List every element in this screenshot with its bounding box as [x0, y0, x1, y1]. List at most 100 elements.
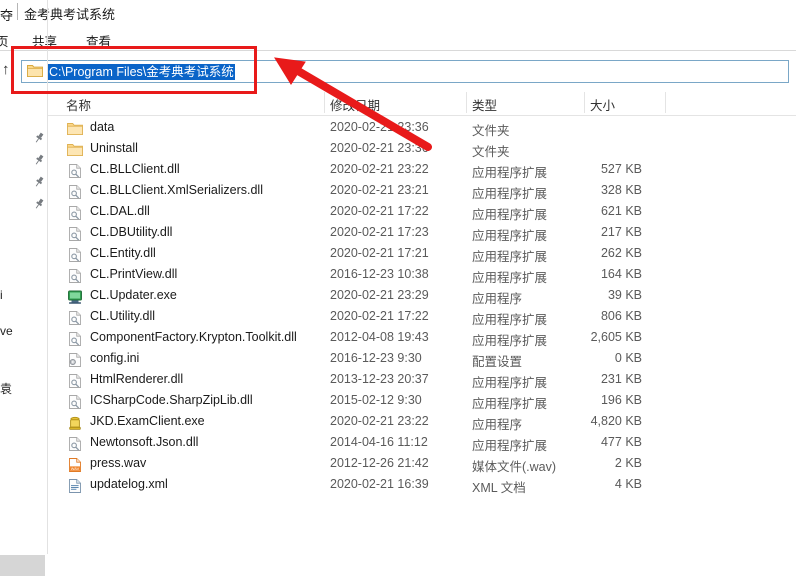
- file-name: CL.Updater.exe: [90, 288, 177, 302]
- pin-icon[interactable]: [33, 198, 45, 210]
- table-row[interactable]: WAV press.wav 2012-12-26 21:42 媒体文件(.wav) 2 …: [48, 454, 796, 475]
- table-row[interactable]: config.ini 2016-12-23 9:30 配置设置 0 KB: [48, 349, 796, 370]
- file-name: JKD.ExamClient.exe: [90, 414, 205, 428]
- dll-icon: [67, 310, 83, 326]
- table-row[interactable]: JKD.ExamClient.exe 2020-02-21 23:22 应用程序 4,…: [48, 412, 796, 433]
- file-name: Uninstall: [90, 141, 138, 155]
- address-input[interactable]: C:\Program Files\金考典考试系统: [48, 64, 235, 80]
- breadcrumb-left-fragment[interactable]: 夺: [0, 5, 13, 24]
- file-type: 应用程序: [472, 418, 523, 432]
- file-name: updatelog.xml: [90, 477, 168, 491]
- file-type: 应用程序扩展: [472, 439, 548, 453]
- file-type: 应用程序扩展: [472, 208, 548, 222]
- column-divider[interactable]: [665, 92, 666, 113]
- dll-icon: [67, 163, 83, 179]
- table-row[interactable]: CL.Entity.dll 2020-02-21 17:21 应用程序扩展 262 K…: [48, 244, 796, 265]
- status-bar-chip: ): [0, 555, 45, 576]
- address-bar[interactable]: C:\Program Files\金考典考试系统: [21, 60, 789, 83]
- table-row[interactable]: updatelog.xml 2020-02-21 16:39 XML 文档 4 KB: [48, 475, 796, 496]
- file-name: CL.PrintView.dll: [90, 267, 178, 281]
- dll-icon: [67, 436, 83, 452]
- table-row[interactable]: ComponentFactory.Krypton.Toolkit.dll 2012…: [48, 328, 796, 349]
- table-row[interactable]: HtmlRenderer.dll 2013-12-23 20:37 应用程序扩展 23…: [48, 370, 796, 391]
- file-size: 527 KB: [600, 162, 642, 176]
- window-title: 金考典考试系统: [24, 7, 116, 22]
- file-name: Newtonsoft.Json.dll: [90, 435, 199, 449]
- table-row[interactable]: CL.Updater.exe 2020-02-21 23:29 应用程序 39 KB: [48, 286, 796, 307]
- file-date-modified: 2016-12-23 10:38: [330, 267, 429, 281]
- file-type: 应用程序扩展: [472, 187, 548, 201]
- file-size: 621 KB: [600, 204, 642, 218]
- file-size: 262 KB: [600, 246, 642, 260]
- file-size: 806 KB: [600, 309, 642, 323]
- title-bar: 夺 金考典考试系统: [0, 0, 796, 26]
- nav-item-fragment[interactable]: 袁: [0, 380, 12, 397]
- dll-icon: [67, 268, 83, 284]
- table-row[interactable]: data 2020-02-21 23:36 文件夹: [48, 118, 796, 139]
- file-name: HtmlRenderer.dll: [90, 372, 184, 386]
- file-date-modified: 2012-12-26 21:42: [330, 456, 429, 470]
- column-header-row: 名称 修改日期 类型 大小: [48, 90, 796, 115]
- ribbon-tab-bar: 页 共享 查看: [0, 28, 796, 50]
- nav-item-fragment[interactable]: ve: [0, 324, 13, 338]
- dll-icon: [67, 205, 83, 221]
- file-name: CL.Utility.dll: [90, 309, 156, 323]
- ini-icon: [67, 352, 83, 368]
- file-type: 应用程序扩展: [472, 271, 548, 285]
- table-row[interactable]: CL.Utility.dll 2020-02-21 17:22 应用程序扩展 806 …: [48, 307, 796, 328]
- table-row[interactable]: Newtonsoft.Json.dll 2014-04-16 11:12 应用程序扩…: [48, 433, 796, 454]
- wav-icon: WAV: [67, 457, 83, 473]
- tab-view[interactable]: 查看: [86, 31, 111, 50]
- file-date-modified: 2013-12-23 20:37: [330, 372, 429, 386]
- file-size: 2 KB: [614, 456, 642, 470]
- nav-item-fragment[interactable]: i: [0, 288, 3, 302]
- table-row[interactable]: CL.PrintView.dll 2016-12-23 10:38 应用程序扩展 16…: [48, 265, 796, 286]
- column-header-name[interactable]: 名称: [66, 95, 91, 114]
- dll-icon: [67, 247, 83, 263]
- file-name: CL.BLLClient.dll: [90, 162, 180, 176]
- file-name: CL.DBUtility.dll: [90, 225, 173, 239]
- column-header-size[interactable]: 大小: [590, 95, 615, 114]
- file-date-modified: 2020-02-21 23:22: [330, 162, 429, 176]
- column-divider[interactable]: [466, 92, 467, 113]
- file-size: 39 KB: [607, 288, 642, 302]
- table-row[interactable]: CL.DBUtility.dll 2020-02-21 17:23 应用程序扩展 21…: [48, 223, 796, 244]
- file-date-modified: 2020-02-21 23:21: [330, 183, 429, 197]
- dll-icon: [67, 394, 83, 410]
- table-row[interactable]: Uninstall 2020-02-21 23:36 文件夹: [48, 139, 796, 160]
- table-row[interactable]: CL.BLLClient.XmlSerializers.dll 2020-02-2…: [48, 181, 796, 202]
- table-row[interactable]: CL.DAL.dll 2020-02-21 17:22 应用程序扩展 621 KB: [48, 202, 796, 223]
- table-row[interactable]: CL.BLLClient.dll 2020-02-21 23:22 应用程序扩展 52…: [48, 160, 796, 181]
- file-date-modified: 2020-02-21 23:36: [330, 141, 429, 155]
- tab-home[interactable]: 页: [0, 31, 9, 50]
- tab-share[interactable]: 共享: [32, 31, 57, 50]
- xml-icon: [67, 478, 83, 494]
- file-name: CL.DAL.dll: [90, 204, 150, 218]
- file-date-modified: 2020-02-21 17:22: [330, 204, 429, 218]
- file-date-modified: 2020-02-21 23:29: [330, 288, 429, 302]
- file-date-modified: 2020-02-21 23:36: [330, 120, 429, 134]
- file-date-modified: 2020-02-21 17:23: [330, 225, 429, 239]
- breadcrumb-separator: [17, 3, 18, 20]
- file-name: ComponentFactory.Krypton.Toolkit.dll: [90, 330, 297, 344]
- pin-icon[interactable]: [33, 154, 45, 166]
- file-type: 应用程序扩展: [472, 376, 548, 390]
- pin-icon[interactable]: [33, 176, 45, 188]
- file-date-modified: 2020-02-21 17:22: [330, 309, 429, 323]
- column-header-type[interactable]: 类型: [472, 95, 497, 114]
- navigation-pane[interactable]: i ve 袁: [0, 92, 47, 554]
- pin-icon[interactable]: [33, 132, 45, 144]
- file-name: data: [90, 120, 115, 134]
- column-divider[interactable]: [584, 92, 585, 113]
- file-type: 配置设置: [472, 355, 523, 369]
- up-one-level-button[interactable]: ↑: [2, 62, 10, 77]
- file-size: 328 KB: [600, 183, 642, 197]
- folder-icon: [67, 121, 83, 137]
- table-row[interactable]: ICSharpCode.SharpZipLib.dll 2015-02-12 9:…: [48, 391, 796, 412]
- column-header-date-modified[interactable]: 修改日期: [330, 95, 380, 114]
- file-list[interactable]: data 2020-02-21 23:36 文件夹 Uninstall 2020-02-…: [48, 118, 796, 518]
- file-type: XML 文档: [472, 481, 526, 495]
- file-type: 应用程序扩展: [472, 334, 548, 348]
- column-divider[interactable]: [324, 92, 325, 113]
- file-name: press.wav: [90, 456, 147, 470]
